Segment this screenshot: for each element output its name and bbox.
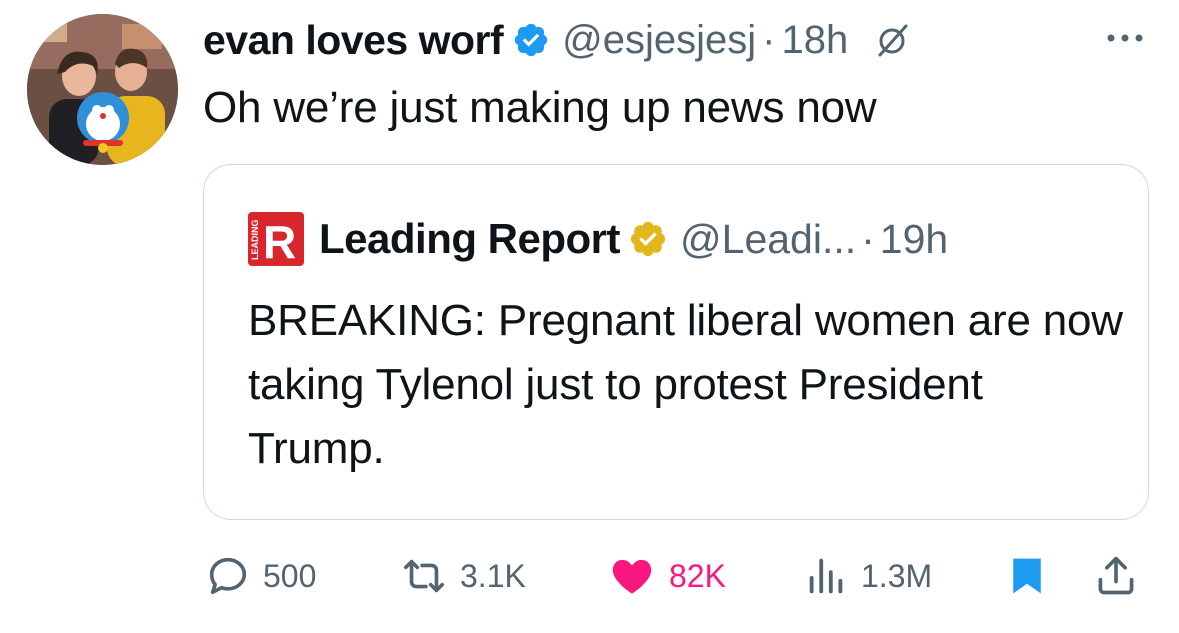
repost-count: 3.1K	[460, 557, 526, 594]
repost-button[interactable]: 3.1K	[400, 553, 526, 599]
like-count: 82K	[669, 557, 726, 594]
grok-icon[interactable]	[874, 21, 912, 59]
reply-button[interactable]: 500	[205, 553, 316, 599]
quoted-tweet-text: BREAKING: Pregnant liberal women are now…	[248, 296, 1123, 473]
quoted-tweet-header: LEADING R Leading Report @Leadi... · 19h	[248, 212, 948, 268]
view-count: 1.3M	[861, 557, 933, 594]
quoted-timestamp[interactable]: 19h	[880, 216, 948, 263]
action-bar: 500 3.1K 82K 1.3M	[0, 545, 1179, 607]
author-handle[interactable]: @esjesjesj	[562, 18, 756, 63]
bookmark-icon	[1013, 558, 1041, 594]
avatar-photo	[27, 14, 178, 165]
share-button[interactable]	[1094, 553, 1138, 599]
author-display-name[interactable]: evan loves worf	[203, 17, 504, 64]
quoted-author-handle[interactable]: @Leadi...	[680, 216, 856, 263]
tweet-text: Oh we’re just making up news now	[203, 83, 877, 132]
quoted-author-display-name[interactable]: Leading Report	[319, 215, 621, 263]
tweet-header: evan loves worf @esjesjesj · 18h	[203, 12, 912, 68]
verified-badge-icon[interactable]	[512, 21, 550, 59]
leading-report-logo[interactable]: LEADING R	[248, 212, 304, 268]
logo-side-text: LEADING	[250, 220, 260, 261]
separator-dot: ·	[762, 17, 776, 62]
reply-count: 500	[263, 557, 317, 594]
separator-dot: ·	[861, 215, 875, 262]
avatar[interactable]	[27, 14, 178, 165]
views-button[interactable]: 1.3M	[803, 553, 932, 599]
views-chart-icon	[809, 558, 843, 594]
more-options-icon[interactable]	[1103, 26, 1147, 50]
heart-icon	[612, 559, 652, 594]
repost-icon	[403, 559, 445, 593]
reply-icon	[209, 557, 247, 595]
share-icon	[1098, 556, 1134, 595]
timestamp[interactable]: 18h	[781, 18, 848, 63]
quoted-tweet-card[interactable]: LEADING R Leading Report @Leadi... · 19h…	[203, 164, 1149, 520]
gold-verified-badge-icon[interactable]	[628, 219, 668, 259]
like-button[interactable]: 82K	[607, 553, 726, 599]
bookmark-button[interactable]	[1005, 553, 1049, 599]
logo-letter: R	[263, 216, 296, 266]
